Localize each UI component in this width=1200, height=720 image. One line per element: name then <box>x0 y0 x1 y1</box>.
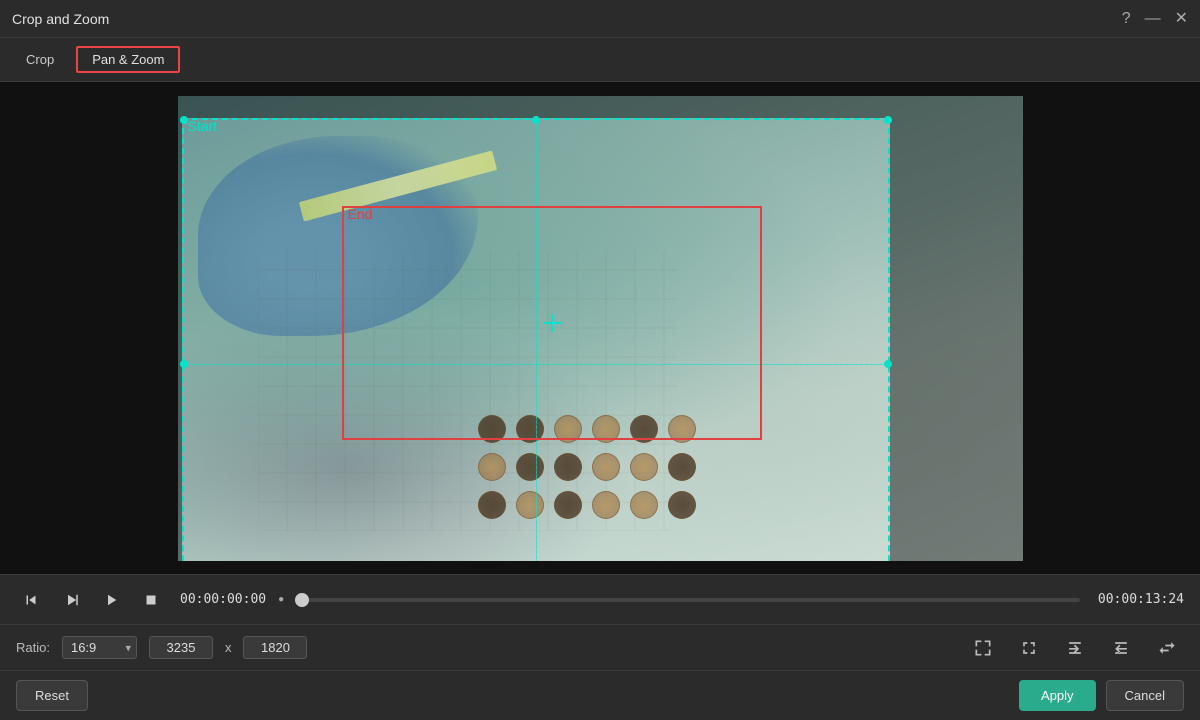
well <box>478 491 506 519</box>
window-controls: ? — ✕ <box>1122 11 1188 27</box>
tab-crop[interactable]: Crop <box>12 48 68 71</box>
well <box>630 453 658 481</box>
well <box>668 453 696 481</box>
play-button[interactable] <box>96 587 126 613</box>
well <box>668 415 696 443</box>
align-start-button[interactable] <box>1104 634 1138 662</box>
tab-bar: Crop Pan & Zoom <box>0 38 1200 82</box>
well <box>592 491 620 519</box>
action-row: Reset Apply Cancel <box>0 670 1200 720</box>
lab-wells <box>478 415 698 521</box>
fullscreen-button[interactable] <box>1012 634 1046 662</box>
well <box>516 453 544 481</box>
time-end: 00:00:13:24 <box>1098 592 1184 607</box>
main-area: Start End <box>0 82 1200 720</box>
help-button[interactable]: ? <box>1122 11 1131 27</box>
reset-button[interactable]: Reset <box>16 680 88 711</box>
playhead-dot: ● <box>278 594 284 605</box>
dimension-x: x <box>225 640 232 655</box>
well <box>630 415 658 443</box>
well <box>516 415 544 443</box>
cancel-button[interactable]: Cancel <box>1106 680 1184 711</box>
timeline-track[interactable] <box>302 598 1080 602</box>
overlay-left <box>178 118 182 561</box>
well <box>478 415 506 443</box>
video-container: Start End <box>0 82 1200 574</box>
well <box>554 415 582 443</box>
ratio-label: Ratio: <box>16 640 50 655</box>
time-current: 00:00:00:00 <box>180 592 266 607</box>
swap-button[interactable] <box>1150 634 1184 662</box>
height-input[interactable] <box>243 636 307 659</box>
minimize-button[interactable]: — <box>1145 11 1161 27</box>
tab-pan-zoom[interactable]: Pan & Zoom <box>76 46 180 73</box>
width-input[interactable] <box>149 636 213 659</box>
window-title: Crop and Zoom <box>12 11 109 27</box>
ratio-select-wrap: 16:9 4:3 1:1 Custom <box>62 636 137 659</box>
well <box>592 453 620 481</box>
well <box>668 491 696 519</box>
transport-bar: 00:00:00:00 ● 00:00:13:24 <box>0 574 1200 624</box>
overlay-right <box>890 118 1023 561</box>
step-back-button[interactable] <box>16 587 46 613</box>
action-buttons: Apply Cancel <box>1019 680 1184 711</box>
video-frame[interactable]: Start End <box>178 96 1023 561</box>
well <box>554 453 582 481</box>
well <box>554 491 582 519</box>
controls-row: Ratio: 16:9 4:3 1:1 Custom x <box>0 624 1200 670</box>
well <box>478 453 506 481</box>
timeline-thumb[interactable] <box>295 593 309 607</box>
apply-button[interactable]: Apply <box>1019 680 1096 711</box>
well <box>516 491 544 519</box>
titlebar: Crop and Zoom ? — ✕ <box>0 0 1200 38</box>
stop-button[interactable] <box>136 587 166 613</box>
well <box>630 491 658 519</box>
close-button[interactable]: ✕ <box>1175 11 1188 27</box>
play-frame-button[interactable] <box>56 587 86 613</box>
align-end-button[interactable] <box>1058 634 1092 662</box>
fit-to-frame-button[interactable] <box>966 634 1000 662</box>
ratio-select[interactable]: 16:9 4:3 1:1 Custom <box>62 636 137 659</box>
overlay-top <box>178 96 1023 118</box>
well <box>592 415 620 443</box>
